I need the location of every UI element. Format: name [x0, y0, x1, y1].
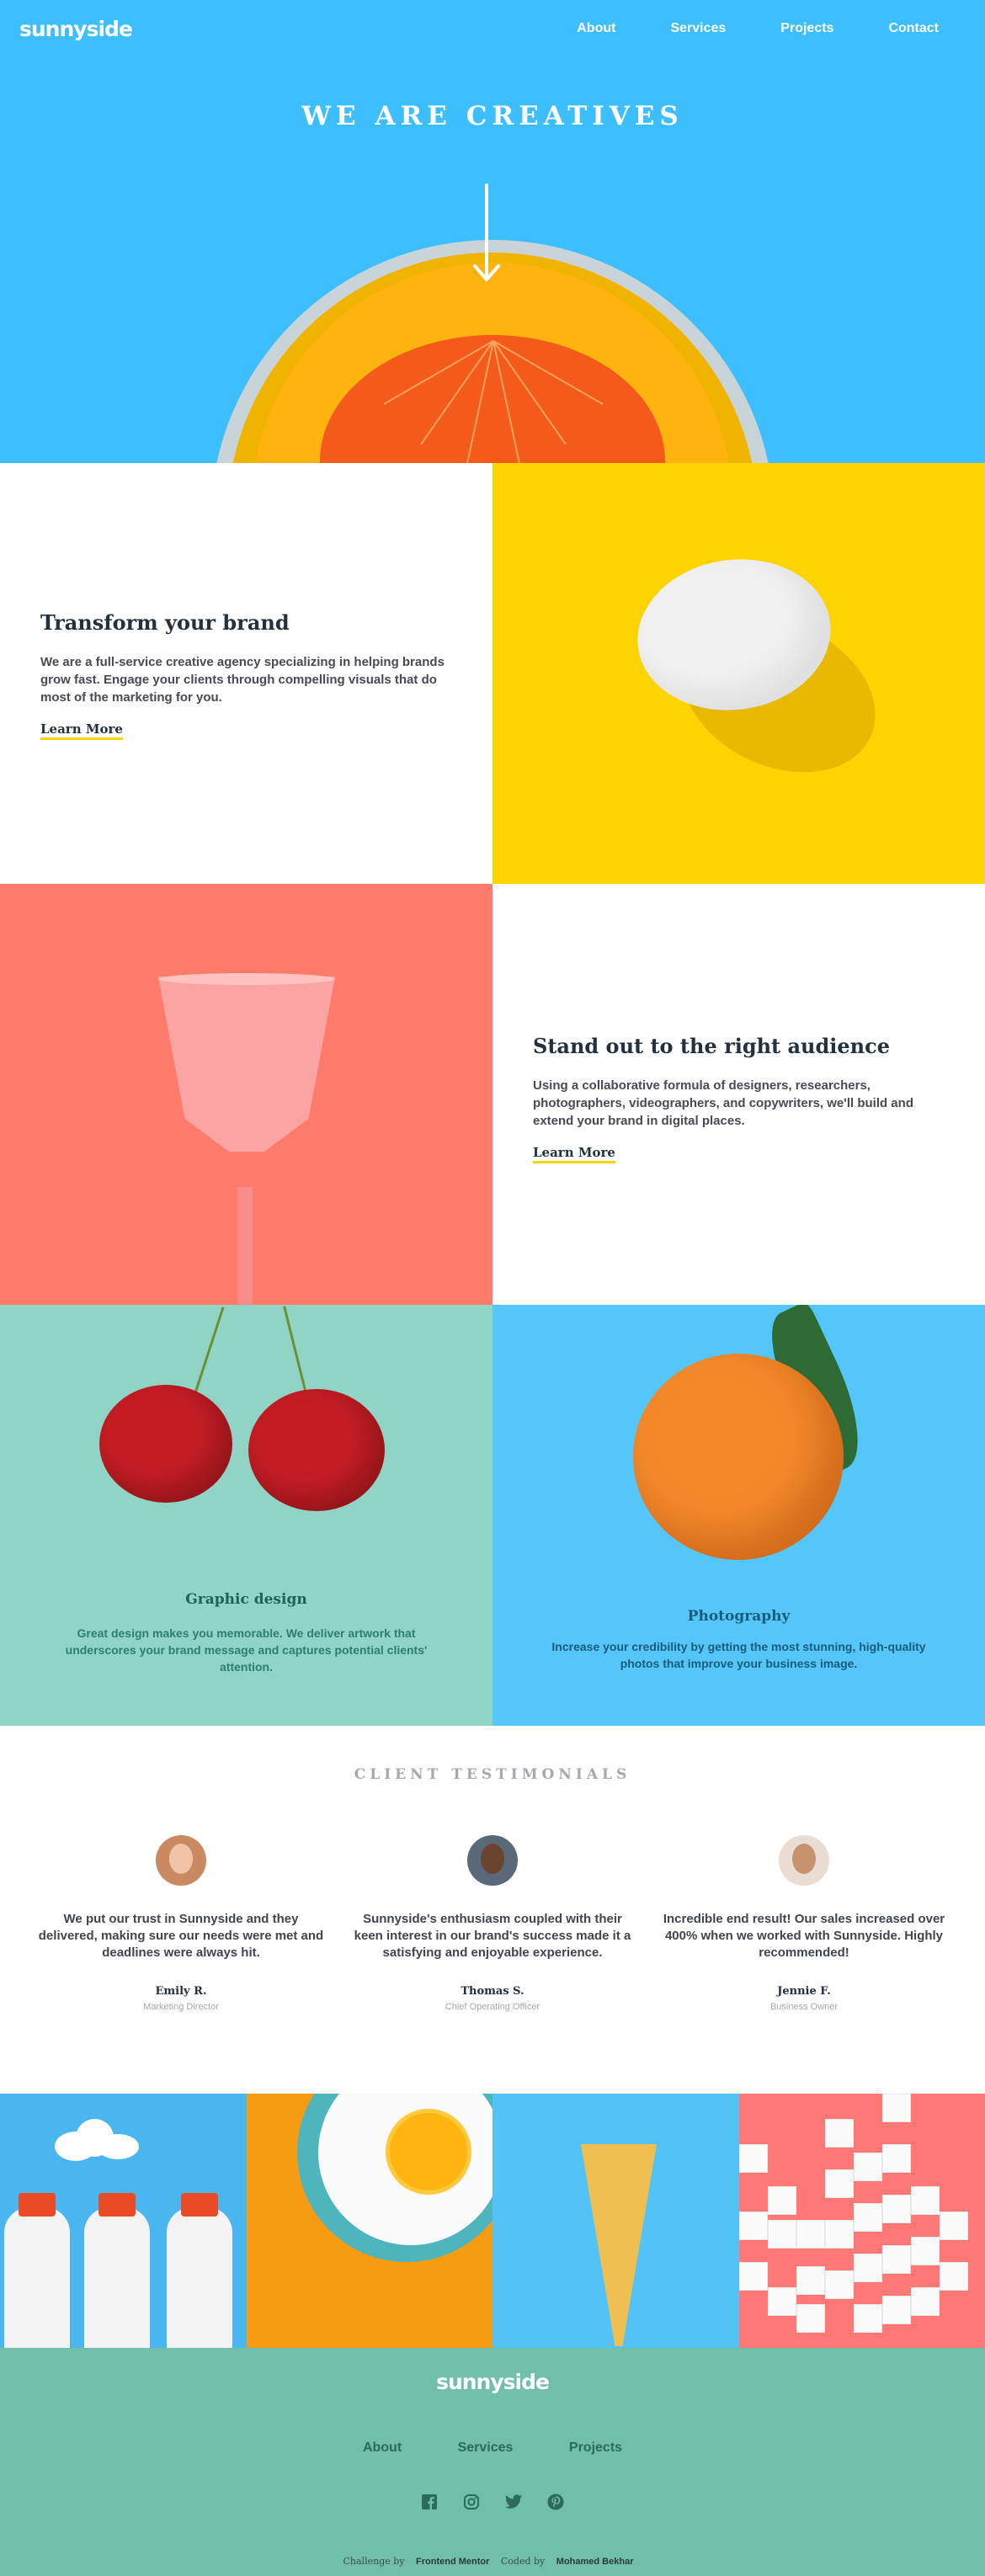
pinterest-icon[interactable]	[546, 2493, 565, 2511]
testimonial-card: Sunnyside's enthusiasm coupled with thei…	[349, 1835, 636, 2012]
gallery-ice-cream-cone	[492, 2094, 739, 2348]
testimonial-name: Thomas S.	[461, 1985, 524, 1998]
main-nav: About Services Projects Contact	[522, 21, 939, 36]
instagram-icon[interactable]	[462, 2493, 481, 2511]
gallery-sugar-cubes	[738, 2094, 985, 2348]
site-logo[interactable]: sunnyside	[19, 17, 133, 41]
nav-projects[interactable]: Projects	[780, 21, 833, 36]
gallery	[0, 2094, 985, 2348]
glass-image	[0, 884, 492, 1305]
feature-title: Stand out to the right audience	[533, 1034, 890, 1058]
feature-text: Using a collaborative formula of designe…	[533, 1078, 913, 1128]
learn-more-link[interactable]: Learn More	[533, 1145, 615, 1163]
challenge-by-label: Challenge by	[343, 2556, 405, 2567]
service-text: Great design makes you memorable. We del…	[65, 1626, 428, 1674]
footer-nav-services[interactable]: Services	[458, 2440, 514, 2455]
social-links	[0, 2493, 985, 2511]
testimonial-role: Chief Operating Officer	[445, 2002, 540, 2012]
feature-standout: Stand out to the right audience Using a …	[492, 884, 985, 1305]
learn-more-link[interactable]: Learn More	[40, 721, 123, 740]
service-title: Photography	[687, 1608, 791, 1625]
feature-title: Transform your brand	[40, 610, 290, 635]
attribution: Challenge by Frontend Mentor Coded by Mo…	[0, 2556, 985, 2567]
arrow-down-icon[interactable]	[470, 184, 503, 285]
testimonial-name: Emily R.	[155, 1985, 207, 1998]
hero-title: WE ARE CREATIVES	[301, 101, 684, 131]
testimonial-card: We put our trust in Sunnyside and they d…	[38, 1835, 324, 2012]
twitter-icon[interactable]	[504, 2493, 523, 2511]
testimonial-role: Business Owner	[769, 2002, 839, 2012]
testimonial-quote: Incredible end result! Our sales increas…	[663, 1912, 945, 1960]
feature-text: We are a full-service creative agency sp…	[40, 655, 445, 705]
coded-by-label: Coded by	[500, 2556, 546, 2567]
footer: sunnyside About Services Projects Challe…	[0, 2348, 985, 2576]
avatar	[156, 1835, 206, 1886]
facebook-icon[interactable]	[420, 2493, 439, 2511]
hero-section: sunnyside About Services Projects Contac…	[0, 0, 985, 463]
service-title: Graphic design	[185, 1591, 307, 1608]
testimonials-section: CLIENT TESTIMONIALS We put our trust in …	[0, 1726, 985, 2094]
testimonials-heading: CLIENT TESTIMONIALS	[354, 1766, 631, 1783]
feature-transform: Transform your brand We are a full-servi…	[0, 463, 492, 884]
footer-nav-about[interactable]: About	[363, 2440, 402, 2455]
footer-nav-projects[interactable]: Projects	[569, 2440, 622, 2455]
testimonial-card: Incredible end result! Our sales increas…	[661, 1835, 947, 2012]
footer-nav: About Services Projects	[0, 2440, 985, 2456]
gallery-milk-bottles	[0, 2094, 247, 2348]
testimonial-role: Marketing Director	[143, 2002, 219, 2012]
nav-contact[interactable]: Contact	[888, 21, 939, 36]
testimonial-quote: We put our trust in Sunnyside and they d…	[38, 1912, 324, 1960]
nav-services[interactable]: Services	[670, 21, 726, 36]
egg-image	[492, 463, 985, 884]
avatar	[467, 1835, 518, 1886]
service-graphic-design: Graphic design Great design makes you me…	[0, 1305, 492, 1726]
service-photography: Photography Increase your credibility by…	[492, 1305, 985, 1726]
avatar	[779, 1835, 829, 1886]
footer-logo[interactable]: sunnyside	[0, 2370, 985, 2394]
nav-about[interactable]: About	[577, 21, 615, 36]
service-text: Increase your credibility by getting the…	[551, 1640, 926, 1670]
frontend-mentor-link[interactable]: Frontend Mentor	[416, 2557, 489, 2567]
testimonial-name: Jennie F.	[777, 1985, 831, 1998]
testimonial-quote: Sunnyside's enthusiasm coupled with thei…	[354, 1912, 631, 1960]
coder-link[interactable]: Mohamed Bekhar	[556, 2557, 634, 2567]
gallery-orange-plate	[246, 2094, 492, 2348]
